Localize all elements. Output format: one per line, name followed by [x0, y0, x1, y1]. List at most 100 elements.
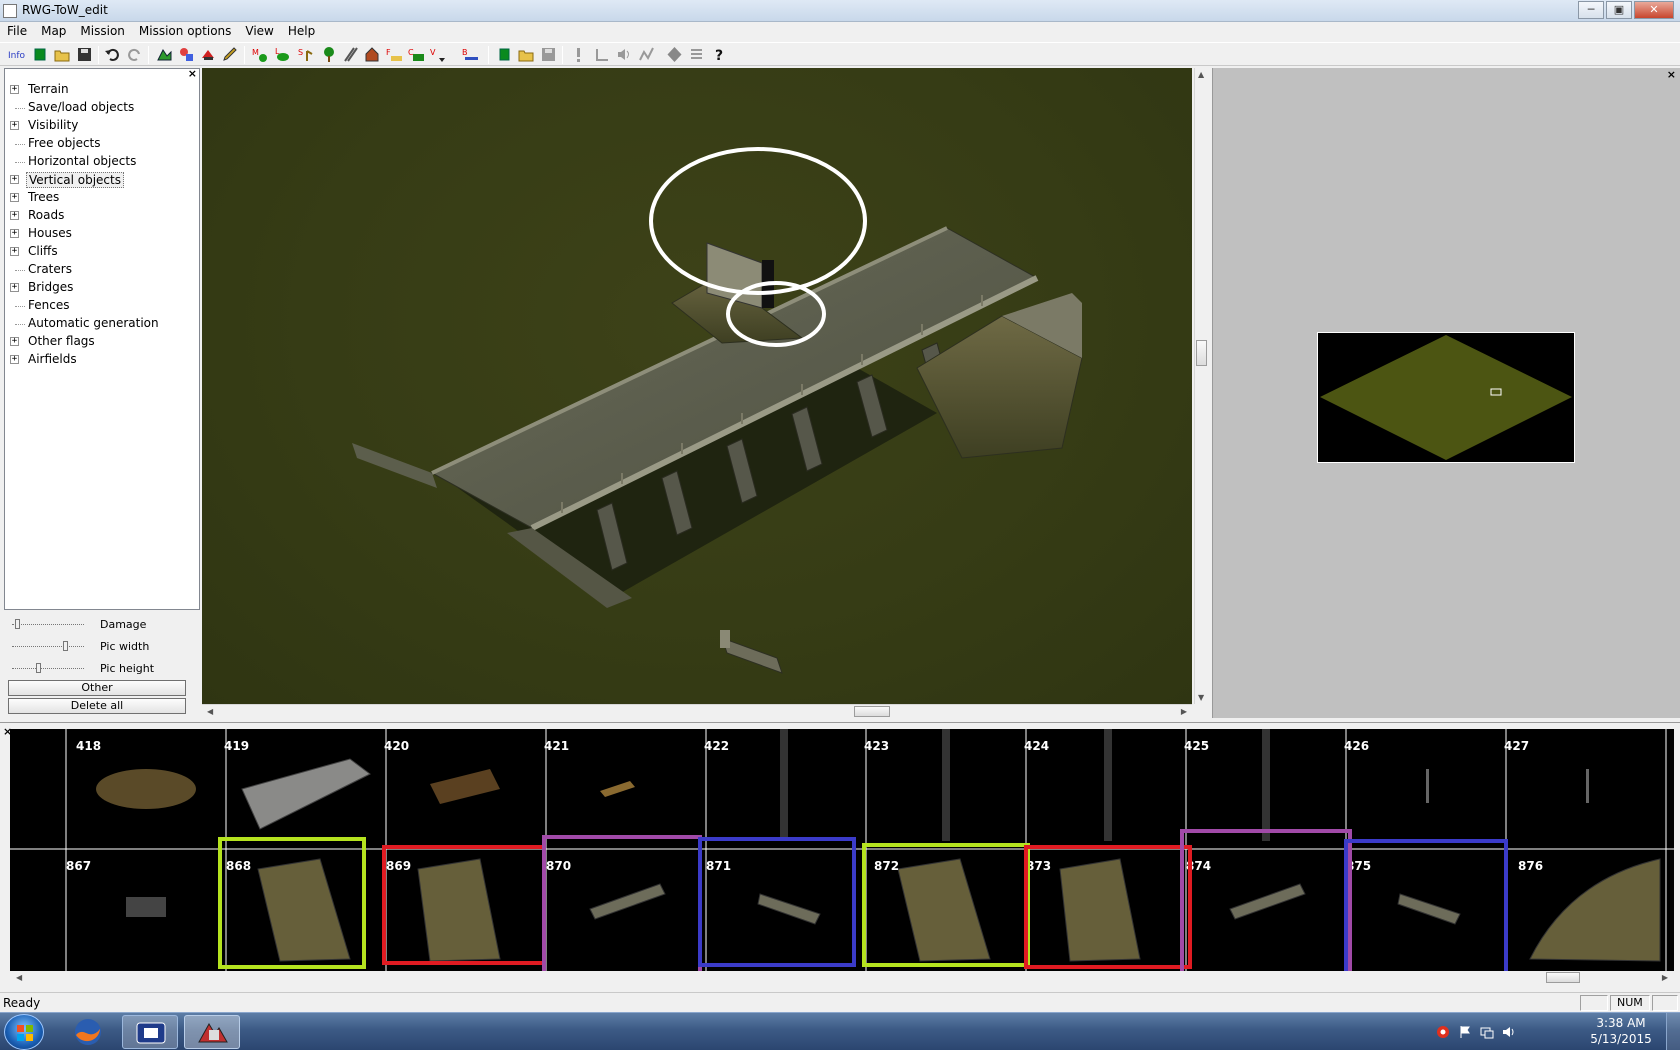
- redo-icon[interactable]: [126, 46, 143, 63]
- antivirus-icon[interactable]: [1436, 1025, 1450, 1039]
- edit-tool-icon[interactable]: [222, 46, 239, 63]
- map-viewport[interactable]: [202, 68, 1192, 704]
- scroll-thumb[interactable]: [1196, 340, 1207, 366]
- other-button[interactable]: Other: [8, 680, 186, 696]
- trigger-icon[interactable]: [570, 46, 587, 63]
- object-thumb-419[interactable]: [241, 758, 371, 830]
- cliff-tool-icon[interactable]: C: [408, 46, 425, 63]
- object-thumb-418[interactable]: [96, 769, 196, 809]
- open-folder-icon[interactable]: [54, 46, 71, 63]
- taskbar-firefox[interactable]: [60, 1015, 116, 1049]
- object-thumb-427[interactable]: [1586, 769, 1589, 803]
- diamond-icon[interactable]: [666, 46, 683, 63]
- highlight-box-purple: [542, 835, 702, 971]
- save-mission-icon[interactable]: [540, 46, 557, 63]
- expand-icon[interactable]: +: [10, 337, 19, 346]
- layer-tool-icon[interactable]: L: [274, 46, 291, 63]
- expand-icon[interactable]: +: [10, 283, 19, 292]
- close-button[interactable]: ✕: [1634, 1, 1674, 19]
- expand-icon[interactable]: +: [10, 229, 19, 238]
- menu-map[interactable]: Map: [34, 22, 73, 42]
- new-mission-icon[interactable]: [496, 46, 513, 63]
- scroll-thumb[interactable]: [854, 706, 890, 717]
- minimap[interactable]: [1317, 332, 1575, 463]
- menu-mission-options[interactable]: Mission options: [132, 22, 238, 42]
- maximize-button[interactable]: ▣: [1606, 1, 1632, 19]
- expand-icon[interactable]: +: [10, 211, 19, 220]
- clock-date[interactable]: 5/13/2015: [1586, 1032, 1656, 1046]
- scroll-right-icon[interactable]: ▶: [1662, 973, 1668, 982]
- expand-icon[interactable]: +: [10, 247, 19, 256]
- scroll-thumb[interactable]: [1546, 972, 1580, 983]
- fence-tool-icon[interactable]: F: [386, 46, 403, 63]
- highlight-box-blue: [698, 837, 856, 967]
- map-vertical-scrollbar[interactable]: ▲ ▼: [1194, 68, 1208, 704]
- object-thumb-426[interactable]: [1426, 769, 1429, 803]
- object-thumb-425[interactable]: [1262, 729, 1270, 841]
- object-thumb-867[interactable]: [126, 897, 166, 917]
- menu-help[interactable]: Help: [281, 22, 322, 42]
- menu-file[interactable]: File: [0, 22, 34, 42]
- object-thumb-876[interactable]: [1529, 858, 1661, 962]
- scroll-left-icon[interactable]: ◀: [207, 707, 213, 716]
- map-horizontal-scrollbar[interactable]: ◀ ▶: [202, 704, 1192, 718]
- scroll-right-icon[interactable]: ▶: [1181, 707, 1187, 716]
- pic-height-slider[interactable]: Pic height: [10, 660, 200, 680]
- open-mission-icon[interactable]: [518, 46, 535, 63]
- tree-close-icon[interactable]: ×: [188, 67, 197, 80]
- taskbar-editor[interactable]: [184, 1015, 240, 1049]
- units-icon[interactable]: [594, 46, 611, 63]
- info-icon[interactable]: Info: [8, 46, 25, 63]
- objects-tool-icon[interactable]: [178, 46, 195, 63]
- undo-icon[interactable]: [104, 46, 121, 63]
- units-tool-icon[interactable]: [200, 46, 217, 63]
- tree-tool-icon[interactable]: [320, 46, 337, 63]
- path-icon[interactable]: [638, 46, 655, 63]
- damage-slider[interactable]: Damage: [10, 616, 200, 636]
- flag-icon[interactable]: [1458, 1025, 1472, 1039]
- volume-icon[interactable]: [1502, 1025, 1516, 1039]
- clock-time[interactable]: 3:38 AM: [1586, 1016, 1656, 1030]
- show-desktop-button[interactable]: [1666, 1013, 1680, 1050]
- delete-all-button[interactable]: Delete all: [8, 698, 186, 714]
- pic-width-slider[interactable]: Pic width: [10, 638, 200, 658]
- object-thumb-421[interactable]: [600, 781, 635, 797]
- expand-icon[interactable]: +: [10, 193, 19, 202]
- scroll-up-icon[interactable]: ▲: [1198, 70, 1204, 79]
- save-icon[interactable]: [76, 46, 93, 63]
- expand-icon[interactable]: +: [10, 355, 19, 364]
- palette-scrollbar[interactable]: ◀ ▶: [10, 971, 1674, 985]
- loose-wall-piece: [721, 637, 783, 674]
- taskbar-network-app[interactable]: [122, 1015, 178, 1049]
- bridge-tool-icon[interactable]: B: [462, 46, 479, 63]
- help-icon[interactable]: ?: [712, 46, 729, 63]
- script-icon[interactable]: [688, 46, 705, 63]
- spawn-tool-icon[interactable]: S: [298, 46, 315, 63]
- slider-thumb[interactable]: [15, 619, 21, 629]
- terrain-tool-icon[interactable]: [156, 46, 173, 63]
- start-button[interactable]: [4, 1014, 44, 1050]
- expand-icon[interactable]: +: [10, 85, 19, 94]
- road-tool-icon[interactable]: [342, 46, 359, 63]
- slider-thumb[interactable]: [63, 641, 68, 651]
- minimize-button[interactable]: ─: [1578, 1, 1604, 19]
- scroll-left-icon[interactable]: ◀: [16, 973, 22, 982]
- expand-icon[interactable]: +: [10, 121, 19, 130]
- visibility-tool-icon[interactable]: V: [430, 46, 447, 63]
- object-thumb-424[interactable]: [1104, 729, 1112, 841]
- slider-thumb[interactable]: [35, 663, 41, 673]
- object-grid[interactable]: 418 419 420 421 422 423 424 425 426 427 …: [10, 729, 1674, 971]
- scroll-down-icon[interactable]: ▼: [1198, 693, 1204, 702]
- new-map-icon[interactable]: [32, 46, 49, 63]
- markers-tool-icon[interactable]: M: [252, 46, 269, 63]
- house-tool-icon[interactable]: [364, 46, 381, 63]
- object-thumb-423[interactable]: [942, 729, 950, 841]
- sound-icon[interactable]: [616, 46, 633, 63]
- menu-view[interactable]: View: [238, 22, 280, 42]
- menu-mission[interactable]: Mission: [73, 22, 131, 42]
- expand-icon[interactable]: +: [10, 175, 19, 184]
- object-thumb-420[interactable]: [430, 769, 500, 804]
- minimap-close-icon[interactable]: ×: [1667, 68, 1676, 81]
- network-icon[interactable]: [1480, 1025, 1494, 1039]
- object-thumb-422[interactable]: [780, 729, 788, 841]
